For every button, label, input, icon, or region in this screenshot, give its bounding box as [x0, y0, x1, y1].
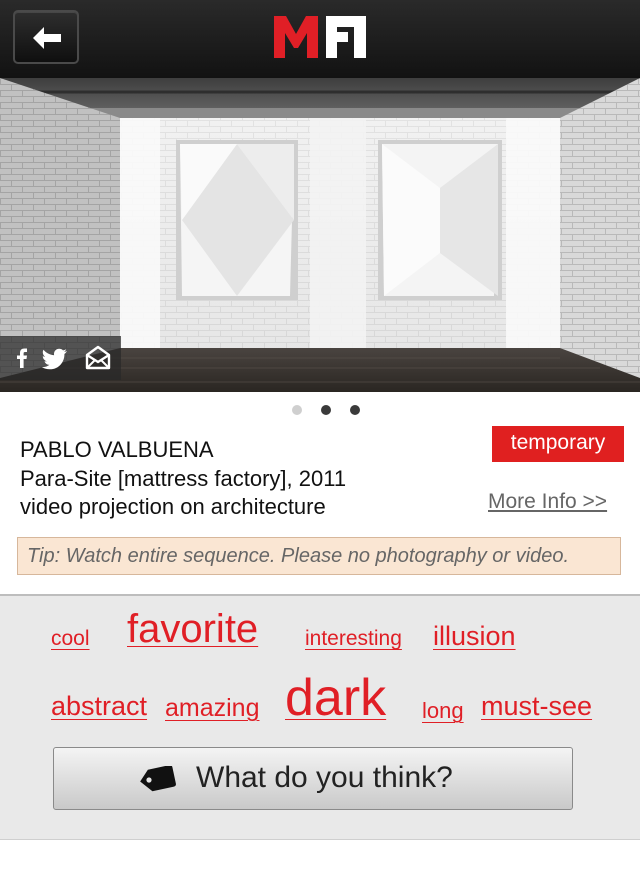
tag-link[interactable]: must-see [481, 693, 592, 720]
feedback-button[interactable]: What do you think? [53, 747, 573, 810]
email-icon[interactable] [84, 344, 112, 372]
status-badge: temporary [492, 426, 624, 462]
image-pager[interactable] [0, 402, 640, 418]
tag-link[interactable]: illusion [433, 623, 516, 650]
pager-dot[interactable] [292, 405, 302, 415]
tag-link[interactable]: interesting [305, 628, 402, 649]
artwork-medium: video projection on architecture [20, 494, 326, 519]
tag-link[interactable]: amazing [165, 696, 260, 721]
tag-link[interactable]: abstract [51, 693, 147, 720]
facebook-icon[interactable] [8, 344, 36, 372]
tag-icon [140, 766, 176, 792]
arrow-left-icon [33, 27, 61, 49]
pager-dot[interactable] [350, 405, 360, 415]
feedback-button-label: What do you think? [196, 761, 453, 794]
artwork-title: Para-Site [mattress factory], 2011 [20, 466, 347, 491]
top-bar [0, 0, 640, 79]
share-bar [0, 336, 121, 380]
artist-name: PABLO VALBUENA [20, 437, 214, 462]
twitter-icon[interactable] [42, 344, 70, 372]
tag-link[interactable]: cool [51, 628, 90, 649]
logo [274, 16, 366, 58]
visitor-tip: Tip: Watch entire sequence. Please no ph… [17, 537, 621, 575]
artwork-photo [0, 78, 640, 392]
more-info-link[interactable]: More Info >> [488, 490, 607, 514]
pager-dot[interactable] [321, 405, 331, 415]
tag-link[interactable]: dark [285, 672, 386, 724]
tag-link[interactable]: favorite [127, 609, 258, 649]
back-button[interactable] [13, 10, 79, 64]
tag-link[interactable]: long [422, 700, 464, 722]
